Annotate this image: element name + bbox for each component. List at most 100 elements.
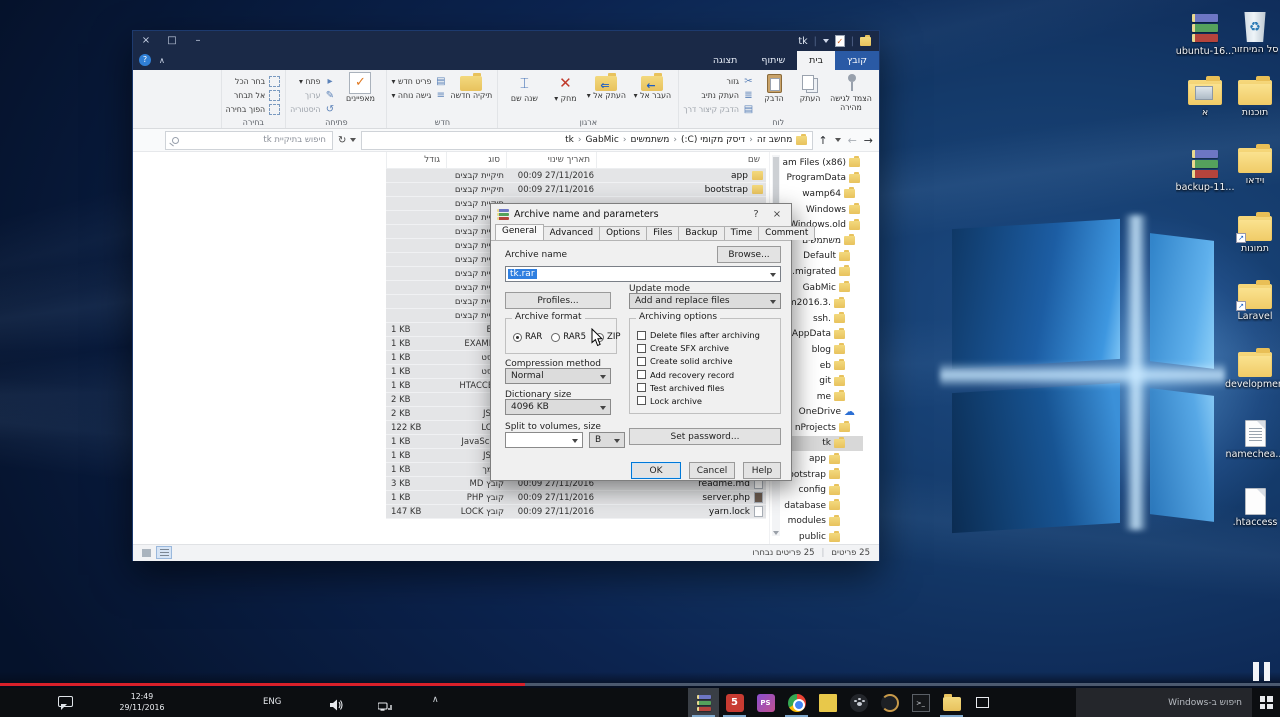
recent-locations-icon[interactable] (834, 138, 841, 142)
desktop-icon[interactable]: development (1225, 348, 1280, 390)
language-indicator[interactable]: ENG (263, 697, 281, 707)
desktop-icon[interactable]: ↗ תמונות (1226, 212, 1280, 254)
taskbar-file-explorer-button[interactable] (936, 688, 967, 717)
taskbar-task-view-button[interactable] (967, 688, 998, 717)
tree-item[interactable]: am Files (x86) (781, 155, 863, 171)
refresh-icon[interactable]: ↻ (338, 135, 346, 146)
ribbon-button[interactable]: ↺ היסטוריה (290, 103, 336, 115)
desktop-icon[interactable]: תוכנות (1226, 76, 1280, 118)
address-dropdown-icon[interactable] (350, 138, 357, 142)
video-progress-bar[interactable] (0, 683, 1280, 686)
checkbox-option[interactable]: Create SFX archive (637, 343, 773, 353)
chevron-up-icon[interactable]: ∧ (432, 695, 439, 705)
taskbar-red-5-button[interactable]: 5 (719, 688, 750, 717)
dialog-tab-time[interactable]: Time (723, 226, 760, 240)
collapse-ribbon-icon[interactable]: ∧ (159, 56, 165, 65)
browse-button[interactable]: Browse... (717, 246, 781, 263)
column-header-name[interactable]: שם (596, 152, 766, 168)
radio-option-rar5[interactable]: RAR5 (551, 332, 586, 342)
tree-item[interactable]: ProgramData (781, 171, 863, 187)
file-row[interactable]: yarn.lock 27/11/2016 00:09 קובץ LOCK 147 KB (386, 505, 766, 519)
taskbar-winrar-button[interactable] (688, 688, 719, 717)
tab-plain[interactable]: שיתוף (749, 51, 797, 70)
split-size-input[interactable] (505, 432, 583, 448)
tree-item[interactable]: me (781, 389, 863, 405)
forward-icon[interactable]: ← (848, 134, 857, 147)
ribbon-button[interactable]: תיקיה חדשה (449, 72, 493, 101)
tree-item[interactable]: wamp64 (781, 186, 863, 202)
close-icon[interactable]: × (133, 31, 159, 51)
start-button[interactable] (1252, 688, 1280, 717)
action-center-icon[interactable] (58, 696, 73, 710)
breadcrumb-item[interactable]: דיסק מקומי (C:) (681, 135, 745, 145)
ribbon-button[interactable]: ▤ פריט חדש ▾ (391, 75, 447, 87)
tree-item[interactable]: ssh. (781, 311, 863, 327)
ribbon-button[interactable]: הצמד לגישה מהירה (829, 72, 873, 113)
tree-item[interactable]: modules (781, 514, 863, 530)
ribbon-button[interactable]: ▤ הדבק קיצור דרך (683, 103, 755, 115)
tab-accent[interactable]: קובץ (835, 51, 879, 70)
ribbon-button[interactable]: ✓ מאפיינים (338, 72, 382, 104)
pause-icon[interactable] (1253, 662, 1270, 681)
ribbon-button[interactable]: ✂ גזור (683, 75, 755, 87)
checkbox-option[interactable]: Test archived files (637, 383, 773, 393)
dialog-close-icon[interactable]: × (769, 209, 785, 220)
tab-plain[interactable]: תצוגה (701, 51, 750, 70)
checkbox-option[interactable]: Create solid archive (637, 356, 773, 366)
tab-active[interactable]: בית (797, 51, 836, 70)
ribbon-button[interactable]: העתק (793, 72, 827, 104)
dialog-tab-options[interactable]: Options (599, 226, 648, 240)
tree-item[interactable]: database (781, 498, 863, 514)
tree-item[interactable]: tk (781, 435, 863, 452)
tree-item[interactable]: m2016.3. (781, 295, 863, 311)
desktop-icon[interactable]: namechea... (1226, 420, 1280, 460)
dialog-tab-comment[interactable]: Comment (758, 226, 816, 240)
file-row[interactable]: server.php 27/11/2016 00:09 קובץ PHP 1 KB (386, 491, 766, 505)
cancel-button[interactable]: Cancel (689, 462, 735, 479)
breadcrumb-item[interactable]: מחשב זה (757, 135, 792, 145)
compression-select[interactable]: Normal (505, 368, 611, 384)
tree-item[interactable]: app (781, 451, 863, 467)
tree-item[interactable]: git (781, 373, 863, 389)
profiles-button[interactable]: Profiles... (505, 292, 611, 309)
taskbar-phpstorm-button[interactable]: PS (750, 688, 781, 717)
tree-item[interactable]: Windows (781, 202, 863, 218)
column-header-date[interactable]: תאריך שינוי (506, 152, 596, 168)
ok-button[interactable]: OK (631, 462, 681, 479)
dictionary-select[interactable]: 4096 KB (505, 399, 611, 415)
taskbar-swirl-app-button[interactable] (874, 688, 905, 717)
tree-item[interactable]: eb (781, 358, 863, 374)
minimize-icon[interactable]: – (185, 31, 211, 51)
taskbar-terminal-button[interactable]: >_ (905, 688, 936, 717)
ribbon-button[interactable]: ← העבר אל ▾ (630, 72, 674, 101)
tree-item[interactable]: ☁ OneDrive (781, 405, 863, 421)
checkbox-option[interactable]: Lock archive (637, 396, 773, 406)
tree-item[interactable]: ootstrap (781, 467, 863, 483)
clock[interactable]: 12:49 29/11/2016 (106, 691, 178, 714)
scrollbar-down-icon[interactable] (773, 531, 779, 535)
taskbar-sticky-notes-button[interactable] (812, 688, 843, 717)
breadcrumb-item[interactable]: GabMic (585, 135, 618, 145)
help-icon[interactable]: ? (139, 54, 151, 66)
update-mode-select[interactable]: Add and replace files (629, 293, 781, 309)
dialog-tab-advanced[interactable]: Advanced (542, 226, 601, 240)
tree-item[interactable]: config (781, 482, 863, 498)
dialog-help-icon[interactable]: ? (748, 209, 764, 220)
tree-item[interactable]: t.migrated (781, 264, 863, 280)
help-button[interactable]: Help (743, 462, 781, 479)
tree-item[interactable]: AppData (781, 327, 863, 343)
ribbon-button[interactable]: ✎ ערוך (290, 89, 336, 101)
back-icon[interactable]: → (864, 134, 873, 147)
ribbon-button[interactable]: ≣ העתק נתיב (683, 89, 755, 101)
taskbar-search[interactable]: חיפוש ב-Windows (1076, 688, 1252, 717)
up-icon[interactable]: ↑ (818, 134, 827, 147)
desktop-icon[interactable]: ♻ סל המיחזור (1226, 12, 1280, 55)
file-row[interactable]: app 27/11/2016 00:09 תיקיית קבצים (386, 169, 766, 183)
radio-option-rar[interactable]: RAR (513, 332, 542, 342)
desktop-icon[interactable]: ↗ Laravel (1226, 280, 1280, 322)
details-view-button[interactable] (156, 546, 172, 559)
file-row[interactable]: bootstrap 27/11/2016 00:09 תיקיית קבצים (386, 183, 766, 197)
customize-toolbar-icon[interactable] (822, 39, 829, 43)
set-password-button[interactable]: Set password... (629, 428, 781, 445)
tree-item[interactable]: blog (781, 342, 863, 358)
